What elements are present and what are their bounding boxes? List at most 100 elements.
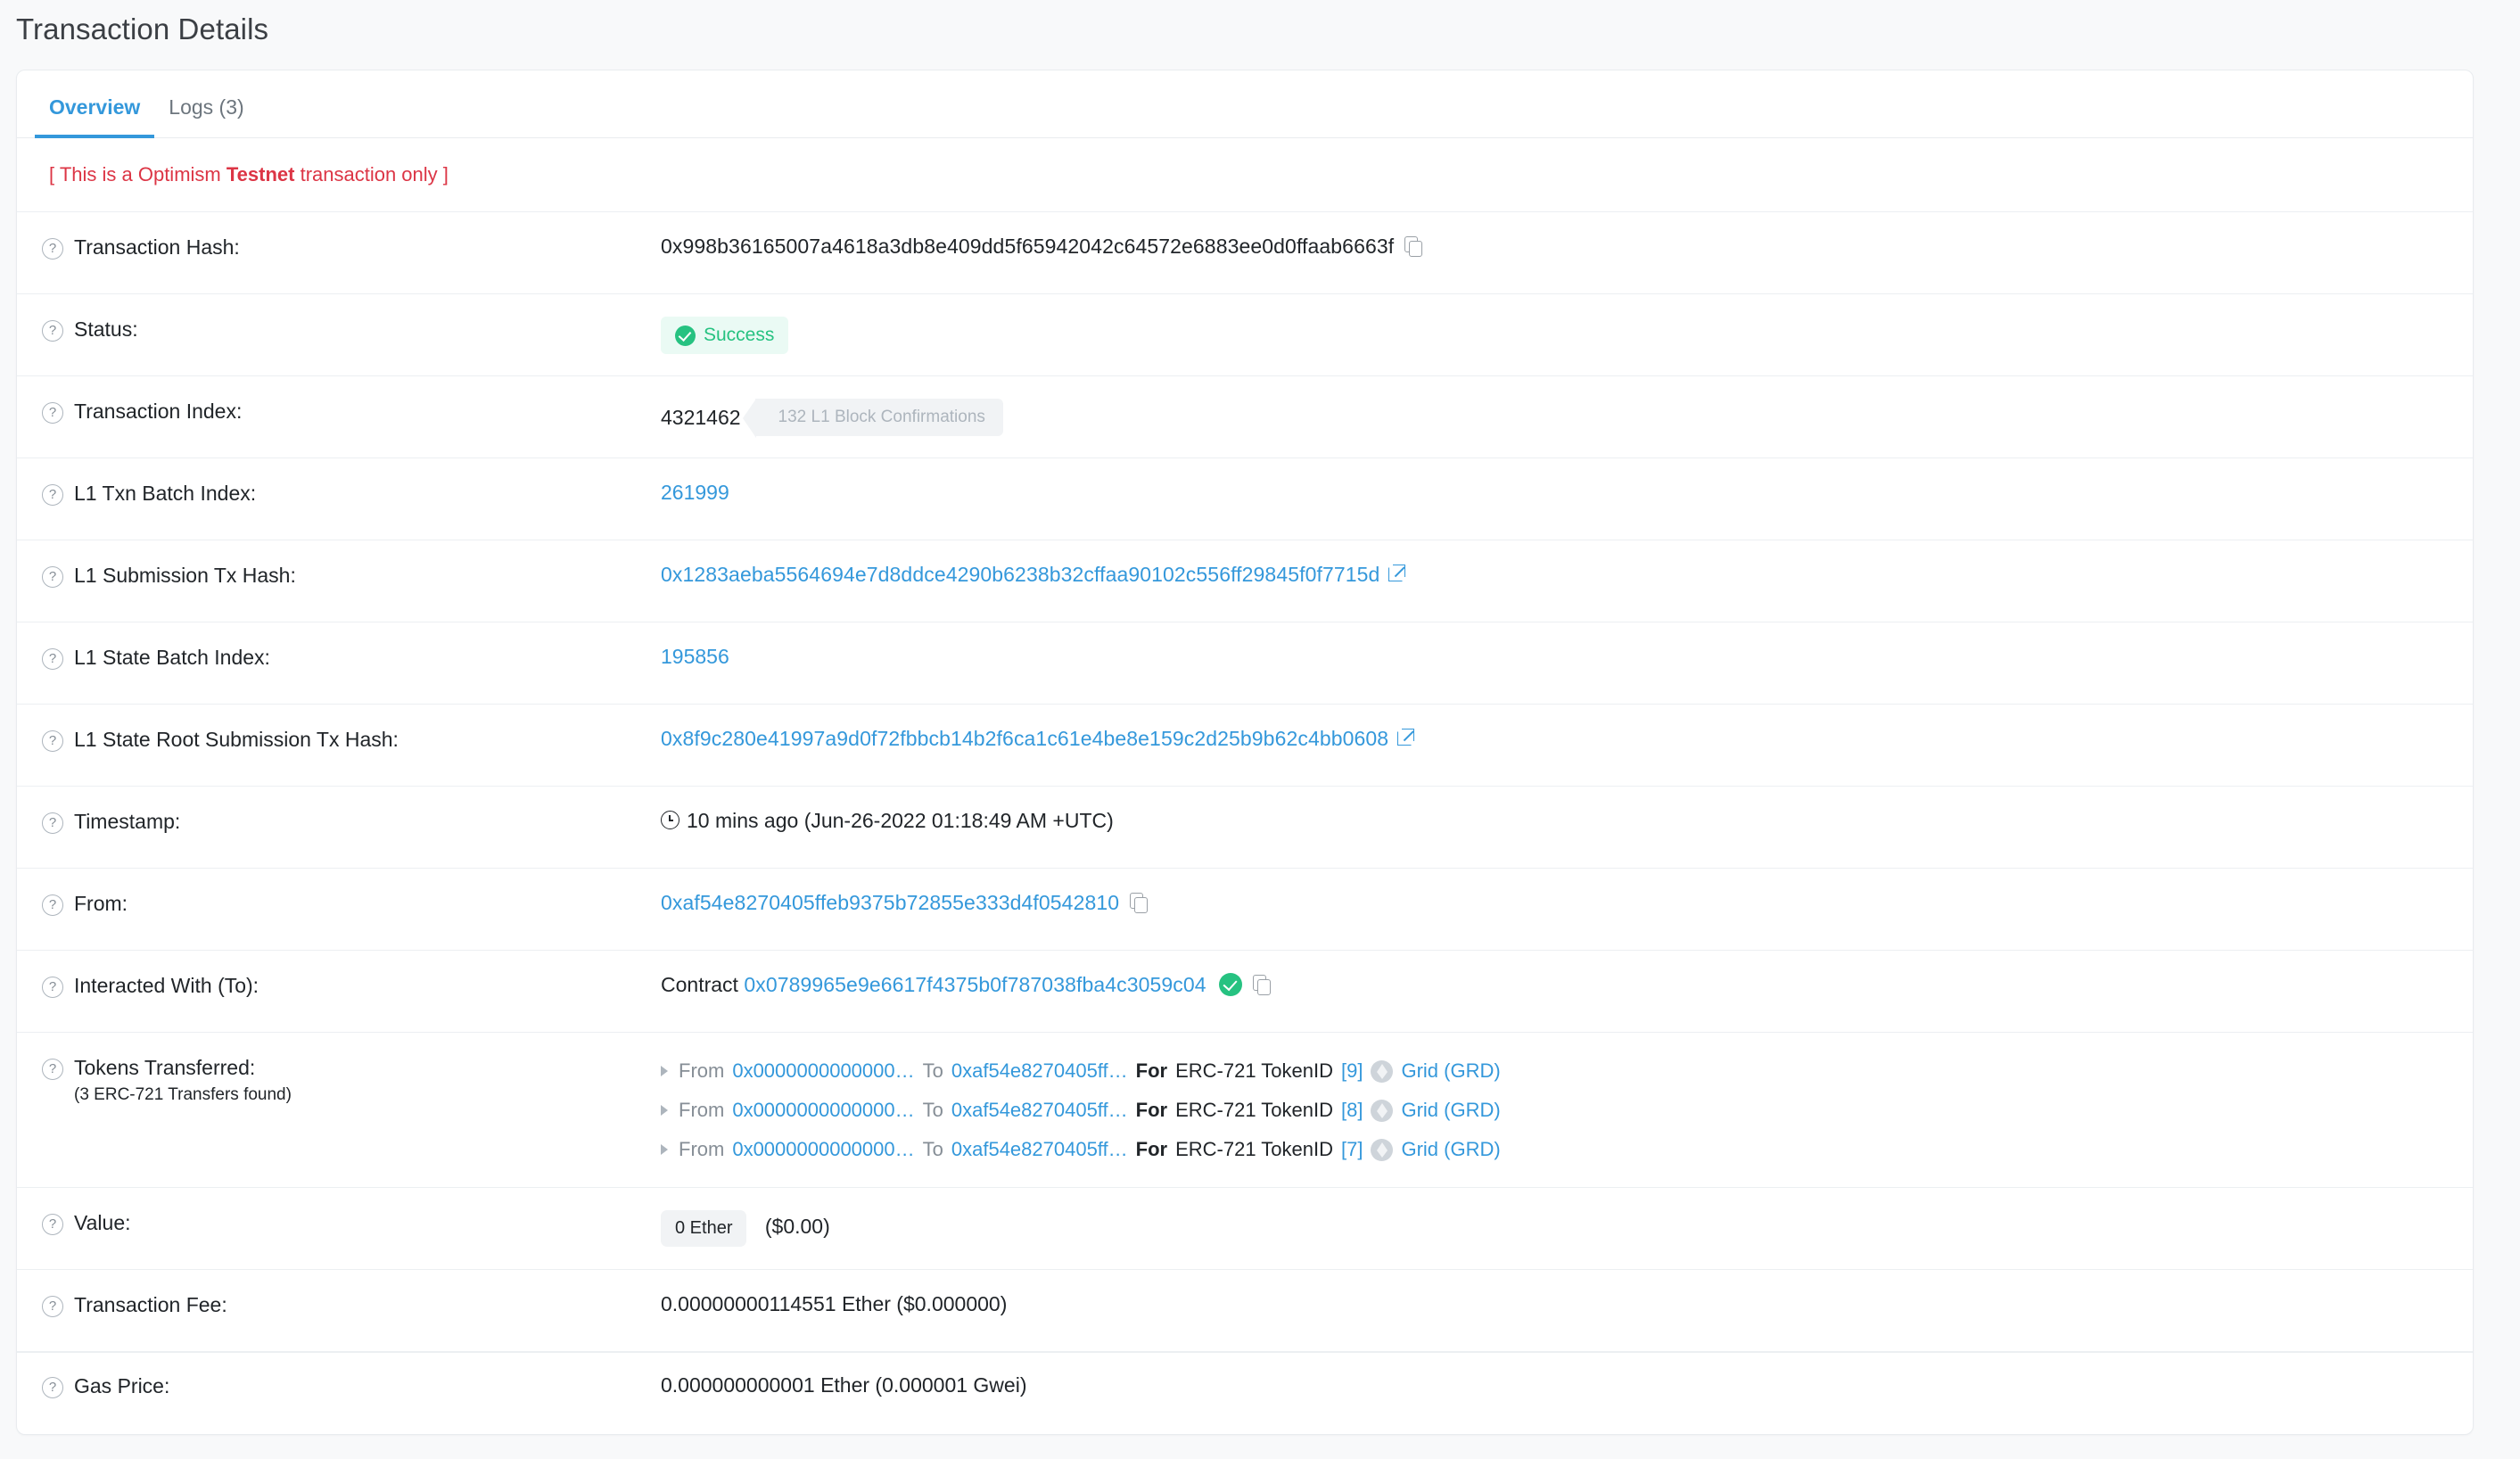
transfer-to-address[interactable]: 0xaf54e8270405ff… xyxy=(951,1099,1128,1122)
help-icon[interactable]: ? xyxy=(42,402,63,424)
copy-icon[interactable] xyxy=(1252,975,1271,995)
value-fiat: ($0.00) xyxy=(764,1215,830,1238)
caret-right-icon[interactable] xyxy=(661,1105,668,1116)
label-l1-txn-batch-index: ? L1 Txn Batch Index: xyxy=(42,480,661,506)
transfer-token-name[interactable]: Grid (GRD) xyxy=(1401,1059,1500,1083)
transfer-standard: ERC-721 TokenID xyxy=(1175,1059,1333,1082)
label-transaction-fee: ? Transaction Fee: xyxy=(42,1291,661,1317)
testnet-banner-prefix: [ This is a Optimism xyxy=(49,163,226,185)
help-icon[interactable]: ? xyxy=(42,1377,63,1398)
label-value: ? Value: xyxy=(42,1209,661,1235)
row-status: ? Status: Success xyxy=(17,294,2473,376)
external-link-icon[interactable] xyxy=(1388,565,1406,581)
row-gas-price: ? Gas Price: 0.000000000001 Ether (0.000… xyxy=(17,1352,2473,1434)
help-icon[interactable]: ? xyxy=(42,648,63,670)
transfer-to-label: To xyxy=(922,1099,943,1121)
transaction-details-page: Transaction Details Overview Logs (3) [ … xyxy=(0,0,2520,1459)
row-tokens-transferred: ? Tokens Transferred: (3 ERC-721 Transfe… xyxy=(17,1033,2473,1188)
transaction-hash-value: 0x998b36165007a4618a3db8e409dd5f65942042… xyxy=(661,235,1395,258)
transfer-to-label: To xyxy=(922,1059,943,1082)
help-icon[interactable]: ? xyxy=(42,1296,63,1317)
contract-prefix-label: Contract xyxy=(661,973,738,996)
transfer-token-id[interactable]: [7] xyxy=(1341,1138,1363,1161)
help-icon[interactable]: ? xyxy=(42,320,63,342)
help-icon[interactable]: ? xyxy=(42,894,63,916)
l1-state-batch-index-link[interactable]: 195856 xyxy=(661,645,729,668)
label-text: From: xyxy=(74,892,128,915)
transfer-token-id[interactable]: [8] xyxy=(1341,1099,1363,1122)
label-transaction-hash: ? Transaction Hash: xyxy=(42,234,661,260)
transfer-token-name[interactable]: Grid (GRD) xyxy=(1401,1138,1500,1161)
l1-submission-tx-hash-link[interactable]: 0x1283aeba5564694e7d8ddce4290b6238b32cff… xyxy=(661,563,1379,586)
label-text: Status: xyxy=(74,317,138,341)
row-transaction-index: ? Transaction Index: 4321462 132 L1 Bloc… xyxy=(17,376,2473,458)
transaction-index-value: 4321462 xyxy=(661,405,741,429)
external-link-icon[interactable] xyxy=(1397,729,1415,746)
status-badge-label: Success xyxy=(704,325,775,345)
row-interacted-with-to: ? Interacted With (To): Contract 0x07899… xyxy=(17,951,2473,1033)
transfer-token-name[interactable]: Grid (GRD) xyxy=(1401,1099,1500,1122)
transfer-for-label: For xyxy=(1135,1138,1168,1160)
transfer-standard: ERC-721 TokenID xyxy=(1175,1138,1333,1160)
testnet-banner-emphasis: Testnet xyxy=(226,163,295,185)
transfer-to-address[interactable]: 0xaf54e8270405ff… xyxy=(951,1059,1128,1083)
help-icon[interactable]: ? xyxy=(42,1214,63,1235)
value-l1-state-root-submission-tx-hash: 0x8f9c280e41997a9d0f72fbbcb14b2f6ca1c61e… xyxy=(661,726,2473,751)
help-icon[interactable]: ? xyxy=(42,977,63,998)
testnet-banner-suffix: transaction only ] xyxy=(294,163,449,185)
verified-contract-icon xyxy=(1218,973,1242,996)
tab-bar: Overview Logs (3) xyxy=(17,70,2473,138)
copy-icon[interactable] xyxy=(1130,893,1149,913)
l1-state-root-submission-tx-hash-link[interactable]: 0x8f9c280e41997a9d0f72fbbcb14b2f6ca1c61e… xyxy=(661,727,1388,750)
transfer-to-label: To xyxy=(922,1138,943,1160)
transfer-from-address[interactable]: 0x0000000000000… xyxy=(732,1059,914,1083)
help-icon[interactable]: ? xyxy=(42,566,63,588)
transfer-from-address[interactable]: 0x0000000000000… xyxy=(732,1138,914,1161)
transfer-from-address[interactable]: 0x0000000000000… xyxy=(732,1099,914,1122)
label-l1-state-root-submission-tx-hash: ? L1 State Root Submission Tx Hash: xyxy=(42,726,661,752)
transaction-index-wrap: 4321462 132 L1 Block Confirmations xyxy=(661,399,1003,438)
row-transaction-fee: ? Transaction Fee: 0.00000000114551 Ethe… xyxy=(17,1270,2473,1352)
row-value: ? Value: 0 Ether ($0.00) xyxy=(17,1188,2473,1270)
tab-overview[interactable]: Overview xyxy=(35,95,155,138)
from-address-link[interactable]: 0xaf54e8270405ffeb9375b72855e333d4f05428… xyxy=(661,891,1119,914)
label-l1-submission-tx-hash: ? L1 Submission Tx Hash: xyxy=(42,562,661,588)
label-from: ? From: xyxy=(42,890,661,916)
row-l1-submission-tx-hash: ? L1 Submission Tx Hash: 0x1283aeba55646… xyxy=(17,540,2473,622)
label-tokens-transferred: ? Tokens Transferred: (3 ERC-721 Transfe… xyxy=(42,1054,661,1105)
help-icon[interactable]: ? xyxy=(42,238,63,260)
token-ether-icon xyxy=(1371,1099,1394,1122)
value-timestamp: 10 mins ago (Jun-26-2022 01:18:49 AM +UT… xyxy=(661,808,2473,833)
help-icon[interactable]: ? xyxy=(42,484,63,506)
transfer-from-label: From xyxy=(679,1099,725,1121)
value-tokens-transferred: From 0x0000000000000… To 0xaf54e8270405f… xyxy=(661,1054,2473,1166)
token-ether-icon xyxy=(1371,1059,1394,1083)
transfer-to-address[interactable]: 0xaf54e8270405ff… xyxy=(951,1138,1128,1161)
row-l1-state-root-submission-tx-hash: ? L1 State Root Submission Tx Hash: 0x8f… xyxy=(17,705,2473,787)
label-text-block: Tokens Transferred: (3 ERC-721 Transfers… xyxy=(74,1056,292,1105)
help-icon[interactable]: ? xyxy=(42,730,63,752)
label-timestamp: ? Timestamp: xyxy=(42,808,661,834)
help-icon[interactable]: ? xyxy=(42,1059,63,1080)
l1-txn-batch-index-link[interactable]: 261999 xyxy=(661,481,729,504)
label-text: Tokens Transferred: xyxy=(74,1056,256,1079)
tab-logs[interactable]: Logs (3) xyxy=(154,95,258,137)
status-badge: Success xyxy=(661,317,789,354)
confirmations-tag: 132 L1 Block Confirmations xyxy=(742,399,1003,438)
label-text: Timestamp: xyxy=(74,810,181,833)
tokens-transferred-count: (3 ERC-721 Transfers found) xyxy=(74,1085,292,1104)
label-text: L1 Txn Batch Index: xyxy=(74,482,257,505)
caret-right-icon[interactable] xyxy=(661,1066,668,1076)
caret-right-icon[interactable] xyxy=(661,1144,668,1155)
label-interacted-with-to: ? Interacted With (To): xyxy=(42,972,661,998)
label-text: Transaction Hash: xyxy=(74,235,240,259)
transfer-token-id[interactable]: [9] xyxy=(1341,1059,1363,1083)
value-l1-submission-tx-hash: 0x1283aeba5564694e7d8ddce4290b6238b32cff… xyxy=(661,562,2473,587)
token-transfer-row: From 0x0000000000000… To 0xaf54e8270405f… xyxy=(661,1094,2473,1126)
copy-icon[interactable] xyxy=(1404,236,1423,257)
help-icon[interactable]: ? xyxy=(42,812,63,834)
label-l1-state-batch-index: ? L1 State Batch Index: xyxy=(42,644,661,670)
contract-address-link[interactable]: 0x0789965e9e6617f4375b0f787038fba4c3059c… xyxy=(744,973,1206,996)
label-gas-price: ? Gas Price: xyxy=(42,1372,661,1398)
row-from: ? From: 0xaf54e8270405ffeb9375b72855e333… xyxy=(17,869,2473,951)
